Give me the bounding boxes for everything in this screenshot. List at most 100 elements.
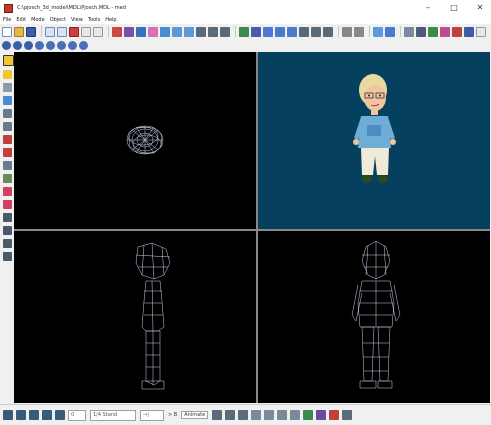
cylinder-icon[interactable] (24, 40, 33, 50)
magnet-tool-icon[interactable] (3, 135, 12, 144)
menu-mode[interactable]: Mode (31, 17, 45, 23)
vertex-mode-icon[interactable] (112, 26, 122, 37)
delete-icon[interactable] (69, 26, 79, 37)
mirror-icon[interactable] (220, 26, 230, 37)
frame-input[interactable]: 0 (68, 409, 86, 421)
bevel-icon[interactable] (208, 26, 218, 37)
rotate-tool-icon[interactable] (3, 109, 12, 118)
viewport-perspective[interactable] (258, 52, 490, 229)
paste-icon[interactable] (57, 26, 67, 37)
joint-tool-icon[interactable] (3, 200, 12, 209)
move-icon[interactable] (160, 26, 170, 37)
open-folder-icon[interactable] (14, 26, 24, 37)
window-title: C:\pjosch_3d_model\MDL\Pjosch.MDL - med (17, 5, 126, 11)
options-icon[interactable] (342, 410, 353, 420)
help-icon[interactable] (81, 26, 91, 37)
jump-select[interactable]: →| (140, 409, 164, 421)
pan-icon[interactable] (354, 26, 364, 37)
record-icon[interactable] (452, 26, 462, 37)
plane-icon[interactable] (68, 40, 77, 50)
menu-file[interactable]: File (3, 17, 11, 23)
menu-view[interactable]: View (71, 17, 83, 23)
skeleton-icon[interactable] (3, 410, 13, 420)
next-frame-icon[interactable] (238, 410, 249, 420)
extrude-icon[interactable] (196, 26, 206, 37)
settings-icon[interactable] (342, 26, 352, 37)
light-icon[interactable] (277, 410, 288, 420)
cone-icon[interactable] (57, 40, 66, 50)
tools-icon[interactable] (385, 26, 395, 37)
select-faces-icon[interactable] (3, 70, 12, 79)
animate-mode-button[interactable]: Animate (181, 411, 209, 419)
pyramid-icon[interactable] (79, 40, 88, 50)
scale-tool-icon[interactable] (3, 122, 12, 131)
toolbar-separator (235, 26, 236, 37)
split-icon[interactable] (311, 26, 321, 37)
stop-icon[interactable] (329, 410, 340, 420)
play-anim-icon[interactable] (225, 410, 236, 420)
events-icon[interactable] (55, 410, 65, 420)
menu-help[interactable]: Help (105, 17, 116, 23)
menu-tools[interactable]: Tools (88, 17, 100, 23)
select-icon[interactable] (239, 26, 249, 37)
paint-tool-icon[interactable] (3, 148, 12, 157)
keyframe-icon[interactable] (464, 26, 474, 37)
render-icon[interactable] (316, 410, 327, 420)
camera-icon[interactable] (264, 410, 275, 420)
loop-icon[interactable] (251, 410, 262, 420)
select-tool-icon[interactable] (3, 55, 14, 66)
grid-tool-icon[interactable] (3, 252, 12, 261)
magnet-icon[interactable] (263, 26, 273, 37)
menu-edit[interactable]: Edit (16, 17, 26, 23)
maximize-button[interactable]: □ (447, 2, 461, 14)
paint-icon[interactable] (287, 26, 297, 37)
bone-tool-icon[interactable] (3, 187, 12, 196)
texture-icon[interactable] (416, 26, 426, 37)
menu-object[interactable]: Object (50, 17, 66, 23)
move-tool-icon[interactable] (3, 96, 12, 105)
wire-toggle-icon[interactable] (290, 410, 301, 420)
extrude-tool-icon[interactable] (3, 174, 12, 183)
geosphere-icon[interactable] (35, 40, 44, 50)
context-help-icon[interactable] (93, 26, 103, 37)
viewport-side[interactable] (14, 231, 256, 403)
frames-icon[interactable] (16, 410, 26, 420)
uv-map-icon[interactable] (428, 26, 438, 37)
prev-frame-icon[interactable] (212, 410, 223, 420)
scale-icon[interactable] (184, 26, 194, 37)
cut-tool-icon[interactable] (3, 161, 12, 170)
copy-icon[interactable] (45, 26, 55, 37)
cube-icon[interactable] (2, 40, 11, 50)
viewport-top[interactable] (14, 52, 256, 229)
face-add-icon[interactable] (3, 226, 12, 235)
sequence-icon[interactable] (42, 410, 52, 420)
position-label: > B (168, 412, 178, 418)
vertex-add-icon[interactable] (3, 213, 12, 222)
select-vertices-icon[interactable] (3, 83, 12, 92)
flip-icon[interactable] (323, 26, 333, 37)
primitives-toolbar (0, 39, 491, 51)
minimize-button[interactable]: – (421, 2, 435, 14)
texture-toggle-icon[interactable] (303, 410, 314, 420)
close-button[interactable]: ✕ (473, 2, 487, 14)
play-icon[interactable] (440, 26, 450, 37)
new-file-icon[interactable] (2, 26, 12, 37)
viewport-front[interactable] (258, 231, 490, 403)
weld-tool-icon[interactable] (3, 239, 12, 248)
side-wireframe-mesh (135, 242, 171, 390)
save-icon[interactable] (26, 26, 36, 37)
object-mode-icon[interactable] (136, 26, 146, 37)
sequence-select[interactable]: 1/4 Stand (90, 409, 136, 421)
about-icon[interactable] (476, 26, 486, 37)
bone-mode-icon[interactable] (148, 26, 158, 37)
lasso-icon[interactable] (275, 26, 285, 37)
animation-icon[interactable] (29, 410, 39, 420)
grid-icon[interactable] (251, 26, 261, 37)
sphere-icon[interactable] (13, 40, 22, 50)
rotate-icon[interactable] (172, 26, 182, 37)
layers-icon[interactable] (404, 26, 414, 37)
zoom-in-icon[interactable] (373, 26, 383, 37)
torus-icon[interactable] (46, 40, 55, 50)
weld-icon[interactable] (299, 26, 309, 37)
face-mode-icon[interactable] (124, 26, 134, 37)
